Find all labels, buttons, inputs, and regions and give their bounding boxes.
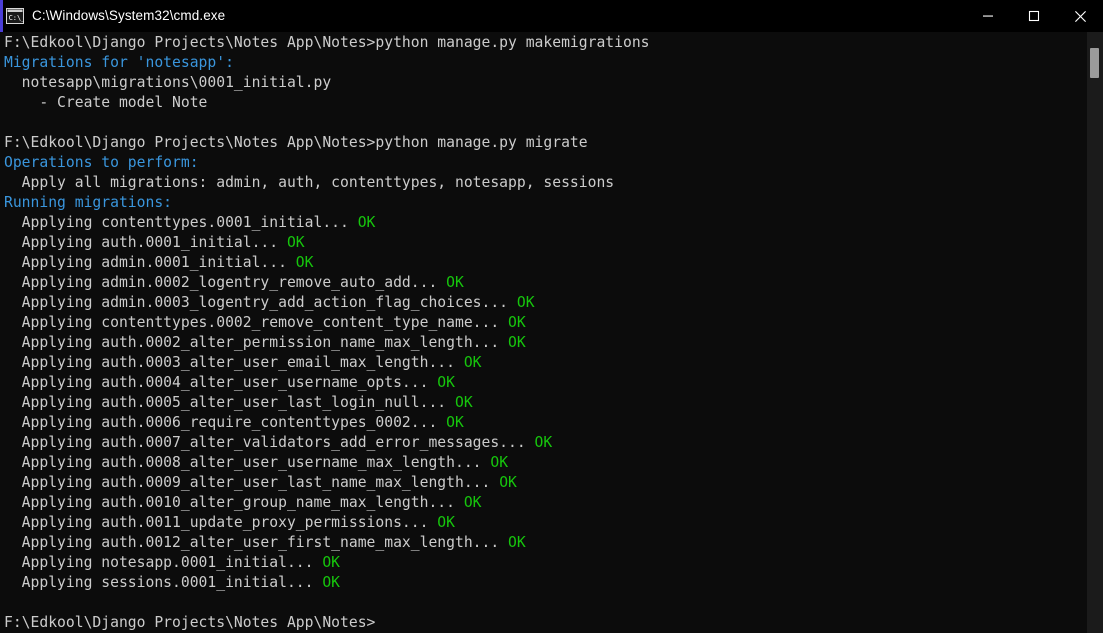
console-segment: OK (481, 454, 509, 471)
svg-text:C:\_: C:\_ (9, 14, 24, 22)
cmd-window: C:\_ C:\Windows\System32\cmd.exe F:\Edko… (0, 0, 1103, 633)
console-line: F:\Edkool\Django Projects\Notes App\Note… (4, 133, 650, 153)
cmd-icon: C:\_ (6, 7, 24, 25)
console-line: Migrations for 'notesapp': (4, 53, 650, 73)
console-line: Applying auth.0010_alter_group_name_max_… (4, 493, 650, 513)
console-line: Applying auth.0006_require_contenttypes_… (4, 413, 650, 433)
console-line: Applying auth.0001_initial... OK (4, 233, 650, 253)
console-segment: Applying auth.0003_alter_user_email_max_… (4, 354, 455, 371)
console-segment: OK (525, 434, 553, 451)
console-segment: Applying auth.0009_alter_user_last_name_… (4, 474, 491, 491)
console-segment: Applying sessions.0001_initial... (4, 574, 314, 591)
console-segment: Applying admin.0001_initial... (4, 254, 287, 271)
console-segment: OK (490, 474, 517, 491)
console-segment: F:\Edkool\Django Projects\Notes App\Note… (4, 614, 376, 631)
console-segment: OK (428, 374, 455, 391)
console-segment: OK (278, 234, 305, 251)
console-line: Applying admin.0001_initial... OK (4, 253, 650, 273)
console-line: Applying admin.0002_logentry_remove_auto… (4, 273, 650, 293)
console-segment: Applying admin.0003_logentry_add_action_… (4, 294, 509, 311)
window-controls (965, 0, 1103, 32)
console-line: Applying contenttypes.0001_initial... OK (4, 213, 650, 233)
console-line: Running migrations: (4, 193, 650, 213)
console-line: Applying auth.0012_alter_user_first_name… (4, 533, 650, 553)
close-button[interactable] (1057, 0, 1103, 32)
console-line: Applying contenttypes.0002_remove_conten… (4, 313, 650, 333)
console-segment: Applying auth.0008_alter_user_username_m… (4, 454, 482, 471)
console-segment: F:\Edkool\Django Projects\Notes App\Note… (4, 134, 588, 151)
maximize-button[interactable] (1011, 0, 1057, 32)
console-line: Applying auth.0007_alter_validators_add_… (4, 433, 650, 453)
console-segment: Applying auth.0011_update_proxy_permissi… (4, 514, 429, 531)
console-line: Applying admin.0003_logentry_add_action_… (4, 293, 650, 313)
console-segment: F:\Edkool\Django Projects\Notes App\Note… (4, 34, 650, 51)
console-segment: OK (286, 254, 314, 271)
console-line: Applying auth.0008_alter_user_username_m… (4, 453, 650, 473)
console-line: F:\Edkool\Django Projects\Notes App\Note… (4, 613, 650, 633)
console-line: Operations to perform: (4, 153, 650, 173)
console-segment: OK (499, 314, 526, 331)
scrollbar-gutter (1086, 32, 1087, 633)
console-segment: Applying contenttypes.0002_remove_conten… (4, 314, 500, 331)
window-title: C:\Windows\System32\cmd.exe (32, 8, 226, 23)
title-bar[interactable]: C:\_ C:\Windows\System32\cmd.exe (0, 0, 1103, 32)
console-line: Applying notesapp.0001_initial... OK (4, 553, 650, 573)
console-segment: OK (313, 574, 341, 591)
console-segment: OK (446, 394, 473, 411)
console-segment: OK (428, 514, 455, 531)
console-line: Applying auth.0003_alter_user_email_max_… (4, 353, 650, 373)
console-segment: OK (499, 334, 526, 351)
console-line: Applying auth.0002_alter_permission_name… (4, 333, 650, 353)
console-segment: Applying auth.0007_alter_validators_add_… (4, 434, 526, 451)
minimize-button[interactable] (965, 0, 1011, 32)
vertical-scrollbar[interactable] (1086, 32, 1103, 633)
console-line: Applying auth.0011_update_proxy_permissi… (4, 513, 650, 533)
console-segment: notesapp\migrations\0001_initial.py (4, 74, 332, 91)
console-line: - Create model Note (4, 93, 650, 113)
terminal-output-area[interactable]: F:\Edkool\Django Projects\Notes App\Note… (0, 32, 1086, 633)
console-line: Apply all migrations: admin, auth, conte… (4, 173, 650, 193)
console-line: F:\Edkool\Django Projects\Notes App\Note… (4, 33, 650, 53)
console-segment: Applying auth.0010_alter_group_name_max_… (4, 494, 455, 511)
title-bar-left: C:\_ C:\Windows\System32\cmd.exe (0, 7, 965, 25)
console-segment: Applying notesapp.0001_initial... (4, 554, 314, 571)
console-segment: Applying auth.0005_alter_user_last_login… (4, 394, 447, 411)
console-segment: OK (508, 294, 535, 311)
console-text: F:\Edkool\Django Projects\Notes App\Note… (4, 33, 650, 633)
console-segment: Applying auth.0012_alter_user_first_name… (4, 534, 500, 551)
scrollbar-thumb[interactable] (1090, 48, 1099, 78)
console-segment: OK (313, 554, 341, 571)
console-segment: OK (348, 214, 376, 231)
console-segment: OK (454, 354, 482, 371)
console-segment: Applying auth.0001_initial... (4, 234, 279, 251)
console-segment: Applying auth.0006_require_contenttypes_… (4, 414, 438, 431)
console-segment: Running migrations: (4, 194, 173, 211)
console-line: Applying auth.0009_alter_user_last_name_… (4, 473, 650, 493)
console-segment: OK (437, 414, 464, 431)
console-line: Applying auth.0005_alter_user_last_login… (4, 393, 650, 413)
console-segment: OK (499, 534, 526, 551)
console-line: Applying auth.0004_alter_user_username_o… (4, 373, 650, 393)
console-segment: Applying contenttypes.0001_initial... (4, 214, 349, 231)
console-segment: Migrations for 'notesapp': (4, 54, 234, 71)
console-segment: Apply all migrations: admin, auth, conte… (4, 174, 615, 191)
console-segment: Applying auth.0002_alter_permission_name… (4, 334, 500, 351)
console-segment: OK (454, 494, 482, 511)
console-segment: Applying auth.0004_alter_user_username_o… (4, 374, 429, 391)
console-segment: OK (437, 274, 464, 291)
console-segment: - Create model Note (4, 94, 208, 111)
console-line: Applying sessions.0001_initial... OK (4, 573, 650, 593)
console-segment: Operations to perform: (4, 154, 199, 171)
console-line: notesapp\migrations\0001_initial.py (4, 73, 650, 93)
console-segment: Applying admin.0002_logentry_remove_auto… (4, 274, 438, 291)
